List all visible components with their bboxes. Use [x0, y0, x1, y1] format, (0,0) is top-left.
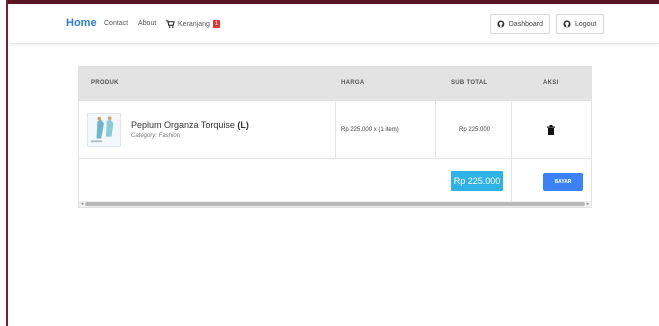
product-name: Peplum Organza Torquise (L) — [131, 120, 249, 130]
product-thumbnail — [87, 113, 121, 147]
table-header: PRODUK HARGA SUB TOTAL AKSI — [79, 67, 591, 101]
product-title: Peplum Organza Torquise — [131, 120, 235, 130]
product-category: Category: Fashion — [131, 133, 181, 139]
product-price: Rp 225.000 x (1 item) — [341, 127, 399, 133]
nav-contact-link[interactable]: Contact — [104, 20, 128, 27]
top-navbar: Home Contact About Keranjang 1 Dashboard… — [10, 4, 659, 44]
dashboard-button[interactable]: Dashboard — [490, 14, 550, 34]
product-subtotal: Rp 225.000 — [459, 127, 491, 133]
logout-label: Logout — [575, 20, 597, 28]
logout-button[interactable]: Logout — [556, 14, 604, 34]
header-produk: PRODUK — [91, 80, 119, 86]
column-divider — [511, 101, 512, 201]
header-harga: HARGA — [341, 80, 365, 86]
window-left-edge — [0, 0, 8, 326]
github-icon — [497, 20, 505, 28]
product-size: (L) — [237, 120, 249, 130]
trash-icon[interactable] — [547, 125, 555, 135]
header-subtotal: SUB TOTAL — [451, 80, 488, 86]
cart-count-badge: 1 — [212, 20, 221, 28]
cart-table: PRODUK HARGA SUB TOTAL AKSI Peplum Organ… — [78, 66, 592, 208]
header-aksi: AKSI — [543, 80, 559, 86]
github-icon — [563, 20, 571, 28]
total-amount-badge: Rp 225.000 — [451, 171, 503, 191]
cart-label: Keranjang — [178, 20, 210, 28]
nav-cart-link[interactable]: Keranjang 1 — [166, 20, 221, 28]
pay-button[interactable]: BAYAR — [543, 173, 583, 191]
horizontal-scrollbar[interactable]: ◂ ▸ — [79, 201, 591, 207]
cart-icon — [166, 20, 175, 28]
nav-home-link[interactable]: Home — [66, 17, 97, 29]
scrollbar-thumb[interactable] — [85, 202, 585, 206]
nav-about-link[interactable]: About — [138, 20, 156, 27]
column-divider — [335, 101, 336, 159]
dashboard-label: Dashboard — [508, 20, 543, 28]
column-divider — [435, 101, 436, 159]
scroll-right-arrow-icon[interactable]: ▸ — [585, 201, 591, 207]
